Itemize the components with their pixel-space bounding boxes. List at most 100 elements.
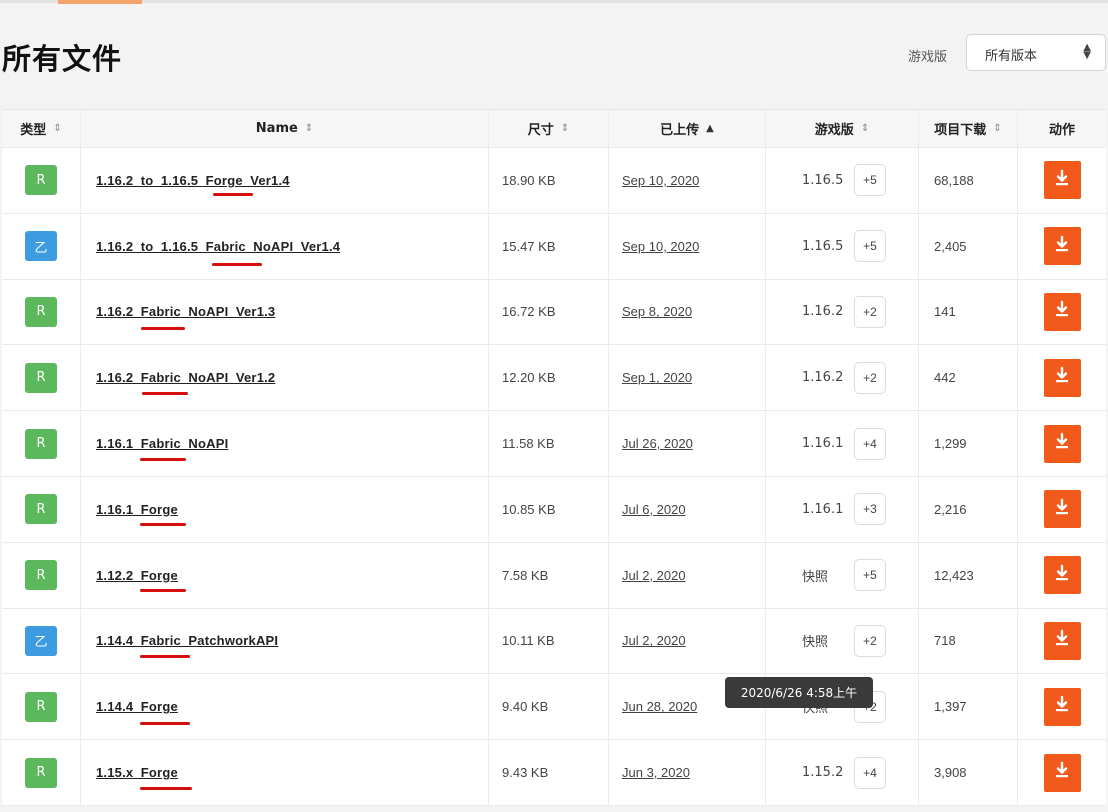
column-header-type[interactable]: 类型 ⇕ xyxy=(2,110,81,147)
download-icon xyxy=(1053,498,1071,521)
more-versions-button[interactable]: +2 xyxy=(854,295,886,328)
column-header-downloads[interactable]: 项目下载 ⇕ xyxy=(919,110,1018,147)
actions-cell xyxy=(1018,477,1106,542)
file-name-link[interactable]: 1.12.2_Forge xyxy=(96,568,178,583)
download-button[interactable] xyxy=(1043,161,1081,200)
size-cell: 9.40 KB xyxy=(489,674,609,740)
column-header-uploaded[interactable]: 已上传 ▲ xyxy=(609,110,766,147)
download-button[interactable] xyxy=(1043,556,1081,595)
name-cell: 1.16.2_to_1.16.5_Forge_Ver1.4 xyxy=(81,148,489,213)
download-count: 12,423 xyxy=(934,567,974,583)
download-button[interactable] xyxy=(1043,424,1081,463)
type-cell: R xyxy=(2,345,81,411)
red-underline-mark xyxy=(140,722,190,725)
download-button[interactable] xyxy=(1043,621,1081,660)
more-versions-button[interactable]: +2 xyxy=(854,361,886,394)
download-count: 3,908 xyxy=(934,765,967,781)
file-name-link[interactable]: 1.16.2_to_1.16.5_Fabric_NoAPI_Ver1.4 xyxy=(96,239,340,254)
upload-date[interactable]: Sep 10, 2020 xyxy=(622,239,699,254)
file-name-link[interactable]: 1.14.4_Forge xyxy=(96,699,178,714)
file-name-link[interactable]: 1.15.x_Forge xyxy=(96,765,178,780)
file-name-link[interactable]: 1.16.2_to_1.16.5_Forge_Ver1.4 xyxy=(96,173,290,188)
more-versions-button[interactable]: +5 xyxy=(854,164,886,197)
red-underline-mark xyxy=(140,523,186,526)
game-version-cell: 1.16.1 +3 xyxy=(766,477,919,542)
upload-date[interactable]: Jul 2, 2020 xyxy=(622,568,686,583)
name-cell: 1.16.2_Fabric_NoAPI_Ver1.3 xyxy=(81,279,489,345)
name-cell: 1.16.1_Fabric_NoAPI xyxy=(81,411,489,476)
file-name-link[interactable]: 1.14.4_Fabric_PatchworkAPI xyxy=(96,633,278,648)
game-version: 快照 xyxy=(802,635,829,651)
upload-date[interactable]: Sep 10, 2020 xyxy=(622,173,699,188)
more-versions-button[interactable]: +3 xyxy=(854,493,886,526)
download-button[interactable] xyxy=(1043,227,1081,266)
column-header-size[interactable]: 尺寸 ⇕ xyxy=(489,110,609,147)
file-size: 18.90 KB xyxy=(502,172,556,188)
upload-date[interactable]: Jul 6, 2020 xyxy=(622,502,686,517)
release-type-badge: R xyxy=(25,560,57,591)
download-icon xyxy=(1053,300,1071,323)
release-type-badge: R xyxy=(25,296,57,327)
table-header-row: 类型 ⇕ Name ⇕ 尺寸 ⇕ 已上传 ▲ 游戏版 ⇕ 项目下载 ⇕ 动作 xyxy=(2,110,1106,148)
actions-cell xyxy=(1018,609,1106,674)
actions-cell xyxy=(1018,214,1106,279)
size-cell: 7.58 KB xyxy=(489,542,609,608)
download-count: 2,405 xyxy=(934,238,967,254)
download-button[interactable] xyxy=(1043,687,1081,726)
uploaded-cell: Sep 10, 2020 xyxy=(609,148,766,213)
uploaded-cell: Sep 10, 2020 xyxy=(609,213,766,279)
upload-date[interactable]: Sep 8, 2020 xyxy=(622,304,692,319)
downloads-cell: 141 xyxy=(919,279,1018,345)
more-versions-button[interactable]: +2 xyxy=(854,624,886,657)
more-versions-button[interactable]: +4 xyxy=(854,756,886,789)
download-button[interactable] xyxy=(1043,292,1081,331)
table-row: 乙 1.16.2_to_1.16.5_Fabric_NoAPI_Ver1.4 15.… xyxy=(2,213,1106,280)
actions-cell xyxy=(1018,345,1106,410)
downloads-cell: 718 xyxy=(919,608,1018,674)
upload-date[interactable]: Jun 28, 2020 xyxy=(622,699,697,714)
table-row: R 1.16.2_Fabric_NoAPI_Ver1.3 16.72 KB Sep 8… xyxy=(2,279,1106,346)
type-cell: R xyxy=(2,740,81,805)
download-button[interactable] xyxy=(1043,358,1081,397)
download-button[interactable] xyxy=(1043,753,1081,792)
more-versions-button[interactable]: +4 xyxy=(854,427,886,460)
header: 所有文件 游戏版 所有版本 ▲ ▼ xyxy=(0,14,1108,94)
download-button[interactable] xyxy=(1043,490,1081,529)
name-cell: 1.16.2_to_1.16.5_Fabric_NoAPI_Ver1.4 xyxy=(81,213,489,279)
release-type-badge: 乙 xyxy=(25,231,57,262)
uploaded-cell: Jul 2, 2020 xyxy=(609,542,766,608)
game-version-select[interactable]: 所有版本 ▲ ▼ xyxy=(966,34,1106,71)
file-size: 7.58 KB xyxy=(502,567,549,583)
red-underline-mark xyxy=(213,193,253,196)
upload-date[interactable]: Jul 26, 2020 xyxy=(622,436,693,451)
more-versions-button[interactable]: +5 xyxy=(854,559,886,592)
upload-date[interactable]: Jul 2, 2020 xyxy=(622,633,686,648)
file-name-link[interactable]: 1.16.2_Fabric_NoAPI_Ver1.2 xyxy=(96,370,275,385)
upload-date[interactable]: Jun 3, 2020 xyxy=(622,765,690,780)
file-name-link[interactable]: 1.16.1_Fabric_NoAPI xyxy=(96,436,228,451)
uploaded-cell: Sep 1, 2020 xyxy=(609,345,766,411)
game-version: 1.16.1 xyxy=(802,501,844,517)
game-version: 1.16.2 xyxy=(802,370,844,386)
files-table: 类型 ⇕ Name ⇕ 尺寸 ⇕ 已上传 ▲ 游戏版 ⇕ 项目下载 ⇕ 动作 R 1.16.2… xyxy=(2,109,1106,806)
actions-cell xyxy=(1018,543,1106,608)
page: 所有文件 游戏版 所有版本 ▲ ▼ 类型 ⇕ Name ⇕ 尺寸 ⇕ 已上传 ▲ 游戏版 ⇕… xyxy=(0,0,1108,812)
name-cell: 1.14.4_Forge xyxy=(81,674,489,740)
type-cell: R xyxy=(2,477,81,542)
file-name-link[interactable]: 1.16.1_Forge xyxy=(96,502,178,517)
game-version-cell: 1.16.2 +2 xyxy=(766,345,919,411)
file-name-link[interactable]: 1.16.2_Fabric_NoAPI_Ver1.3 xyxy=(96,304,275,319)
sort-icon: ⇕ xyxy=(304,123,314,134)
name-cell: 1.14.4_Fabric_PatchworkAPI xyxy=(81,608,489,674)
column-header-game-version[interactable]: 游戏版 ⇕ xyxy=(766,110,919,147)
download-count: 2,216 xyxy=(934,501,967,517)
type-cell: R xyxy=(2,279,81,345)
column-header-name[interactable]: Name ⇕ xyxy=(81,110,489,147)
active-tab-indicator[interactable] xyxy=(58,0,142,4)
red-underline-mark xyxy=(212,263,262,266)
red-underline-mark xyxy=(140,458,186,461)
download-count: 718 xyxy=(934,633,956,649)
chevron-updown-icon: ▲ ▼ xyxy=(1083,42,1091,61)
upload-date[interactable]: Sep 1, 2020 xyxy=(622,370,692,385)
more-versions-button[interactable]: +5 xyxy=(854,230,886,263)
